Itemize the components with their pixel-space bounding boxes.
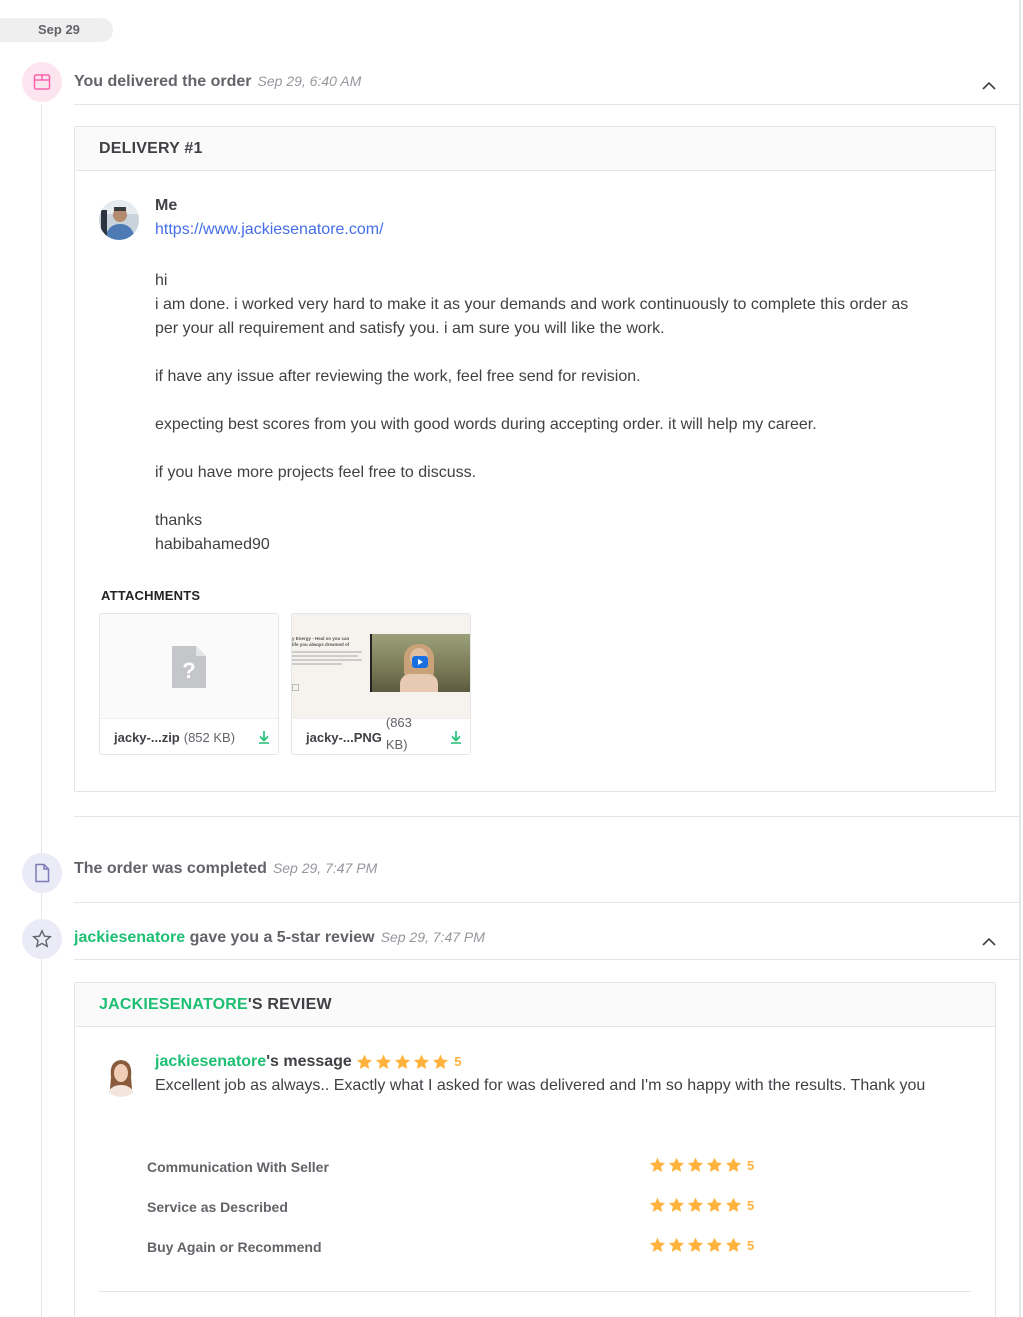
attachment-size: (863 KB) <box>385 715 412 752</box>
attachments-label: ATTACHMENTS <box>101 588 201 603</box>
review-header: JACKIESENATORE'S REVIEW <box>75 983 995 1027</box>
attachment-zip[interactable]: ? jacky-...zip (852 KB) <box>99 613 279 755</box>
chevron-up-icon[interactable] <box>980 935 998 949</box>
rating-label: Buy Again or Recommend <box>147 1239 322 1255</box>
overall-rating: 5 <box>356 1054 462 1070</box>
divider <box>74 959 1019 960</box>
avatar <box>99 200 139 240</box>
star-outline-icon <box>22 919 62 959</box>
message-line <box>155 437 925 461</box>
reviewer-avatar <box>101 1055 141 1097</box>
event-review-time: Sep 29, 7:47 PM <box>380 929 485 945</box>
star-icon <box>687 1157 704 1172</box>
review-message-heading: jackiesenatore's message 5 <box>155 1053 462 1070</box>
star-icon <box>649 1237 666 1252</box>
attachment-thumbnail: y Energy - Heal so you can life you alwa… <box>292 614 470 719</box>
star-icon <box>649 1157 666 1172</box>
star-icon <box>687 1237 704 1252</box>
star-icon <box>725 1237 742 1252</box>
star-rating <box>649 1197 744 1213</box>
rating-value: 5 <box>747 1237 755 1253</box>
star-rating <box>649 1237 744 1253</box>
event-completed-time: Sep 29, 7:47 PM <box>272 860 378 876</box>
message-line: if have any issue after reviewing the wo… <box>155 368 641 385</box>
attachment-size: (852 KB) <box>183 729 236 745</box>
star-icon <box>725 1197 742 1212</box>
divider <box>99 1291 971 1292</box>
star-icon <box>706 1237 723 1252</box>
play-icon[interactable] <box>412 656 428 668</box>
message-line <box>155 485 925 509</box>
attachment-thumbnail: ? <box>100 614 278 719</box>
divider <box>74 104 1019 105</box>
divider <box>74 816 1019 817</box>
chevron-up-icon[interactable] <box>980 79 998 93</box>
download-icon[interactable] <box>448 729 464 745</box>
star-icon <box>395 1054 411 1069</box>
star-icon <box>706 1157 723 1172</box>
message-line: thanks <box>155 512 203 529</box>
star-icon <box>668 1197 685 1212</box>
divider <box>74 902 1019 903</box>
star-icon <box>414 1054 430 1069</box>
rating-stars: 5 <box>649 1237 754 1253</box>
event-delivered-title: You delivered the order Sep 29, 6:40 AM <box>74 73 362 90</box>
rating-stars: 5 <box>649 1197 754 1213</box>
attachment-footer: jacky-...zip (852 KB) <box>100 719 278 754</box>
event-review-title: jackiesenatore gave you a 5-star review S… <box>74 929 485 946</box>
scrollbar-track[interactable] <box>1019 0 1021 1317</box>
star-icon <box>668 1157 685 1172</box>
delivery-message: hi i am done. i worked very hard to make… <box>155 269 925 557</box>
review-text: Excellent job as always.. Exactly what I… <box>155 1077 926 1094</box>
event-delivered-time: Sep 29, 6:40 AM <box>257 73 362 89</box>
svg-text:?: ? <box>182 658 195 683</box>
delivery-header: DELIVERY #1 <box>75 127 995 171</box>
rating-stars: 5 <box>649 1157 754 1173</box>
review-card: JACKIESENATORE'S REVIEW jackiesenatore's… <box>74 982 996 1317</box>
rating-label: Communication With Seller <box>147 1159 329 1175</box>
unknown-file-icon: ? <box>172 646 206 688</box>
star-icon <box>725 1157 742 1172</box>
date-pill: Sep 29 <box>0 18 113 42</box>
message-line <box>155 389 925 413</box>
star-icon <box>706 1197 723 1212</box>
event-completed-title: The order was completed Sep 29, 7:47 PM <box>74 860 378 877</box>
message-line: expecting best scores from you with good… <box>155 416 817 433</box>
star-icon <box>357 1054 373 1069</box>
attachment-footer: jacky-...PNG (863 KB) <box>292 715 470 754</box>
message-line: if you have more projects feel free to d… <box>155 464 477 481</box>
document-icon <box>22 853 62 893</box>
message-line: hi <box>155 272 168 289</box>
timeline-line <box>41 104 42 1317</box>
sender-name: Me <box>155 197 178 214</box>
rating-label: Service as Described <box>147 1199 288 1215</box>
reviewer-link[interactable]: jackiesenatore <box>74 929 185 946</box>
attachment-name: jacky-...PNG <box>306 729 382 745</box>
star-icon <box>376 1054 392 1069</box>
rating-value: 5 <box>747 1157 755 1173</box>
message-line: habibahamed90 <box>155 536 270 553</box>
thumbnail-caption: y Energy - Heal so you can life you alwa… <box>292 636 370 665</box>
rating-row: Communication With Seller 5 <box>147 1157 767 1177</box>
star-icon <box>668 1237 685 1252</box>
message-line <box>155 341 925 365</box>
download-icon[interactable] <box>256 729 272 745</box>
star-icon <box>687 1197 704 1212</box>
attachment-name: jacky-...zip <box>114 729 180 745</box>
rating-value: 5 <box>747 1197 755 1213</box>
attachment-png[interactable]: y Energy - Heal so you can life you alwa… <box>291 613 471 755</box>
reviewer-link[interactable]: jackiesenatore <box>155 1053 266 1070</box>
star-rating <box>356 1054 451 1070</box>
star-icon <box>433 1054 449 1069</box>
star-rating <box>649 1157 744 1173</box>
star-icon <box>649 1197 666 1212</box>
rating-row: Service as Described 5 <box>147 1197 767 1217</box>
rating-value: 5 <box>454 1054 462 1070</box>
package-icon <box>22 62 62 102</box>
sender-link[interactable]: https://www.jackiesenatore.com/ <box>155 221 384 239</box>
message-line: i am done. i worked very hard to make it… <box>155 296 909 337</box>
rating-row: Buy Again or Recommend 5 <box>147 1237 767 1257</box>
delivery-card: DELIVERY #1 Me https://www.jackiesenator… <box>74 126 996 792</box>
